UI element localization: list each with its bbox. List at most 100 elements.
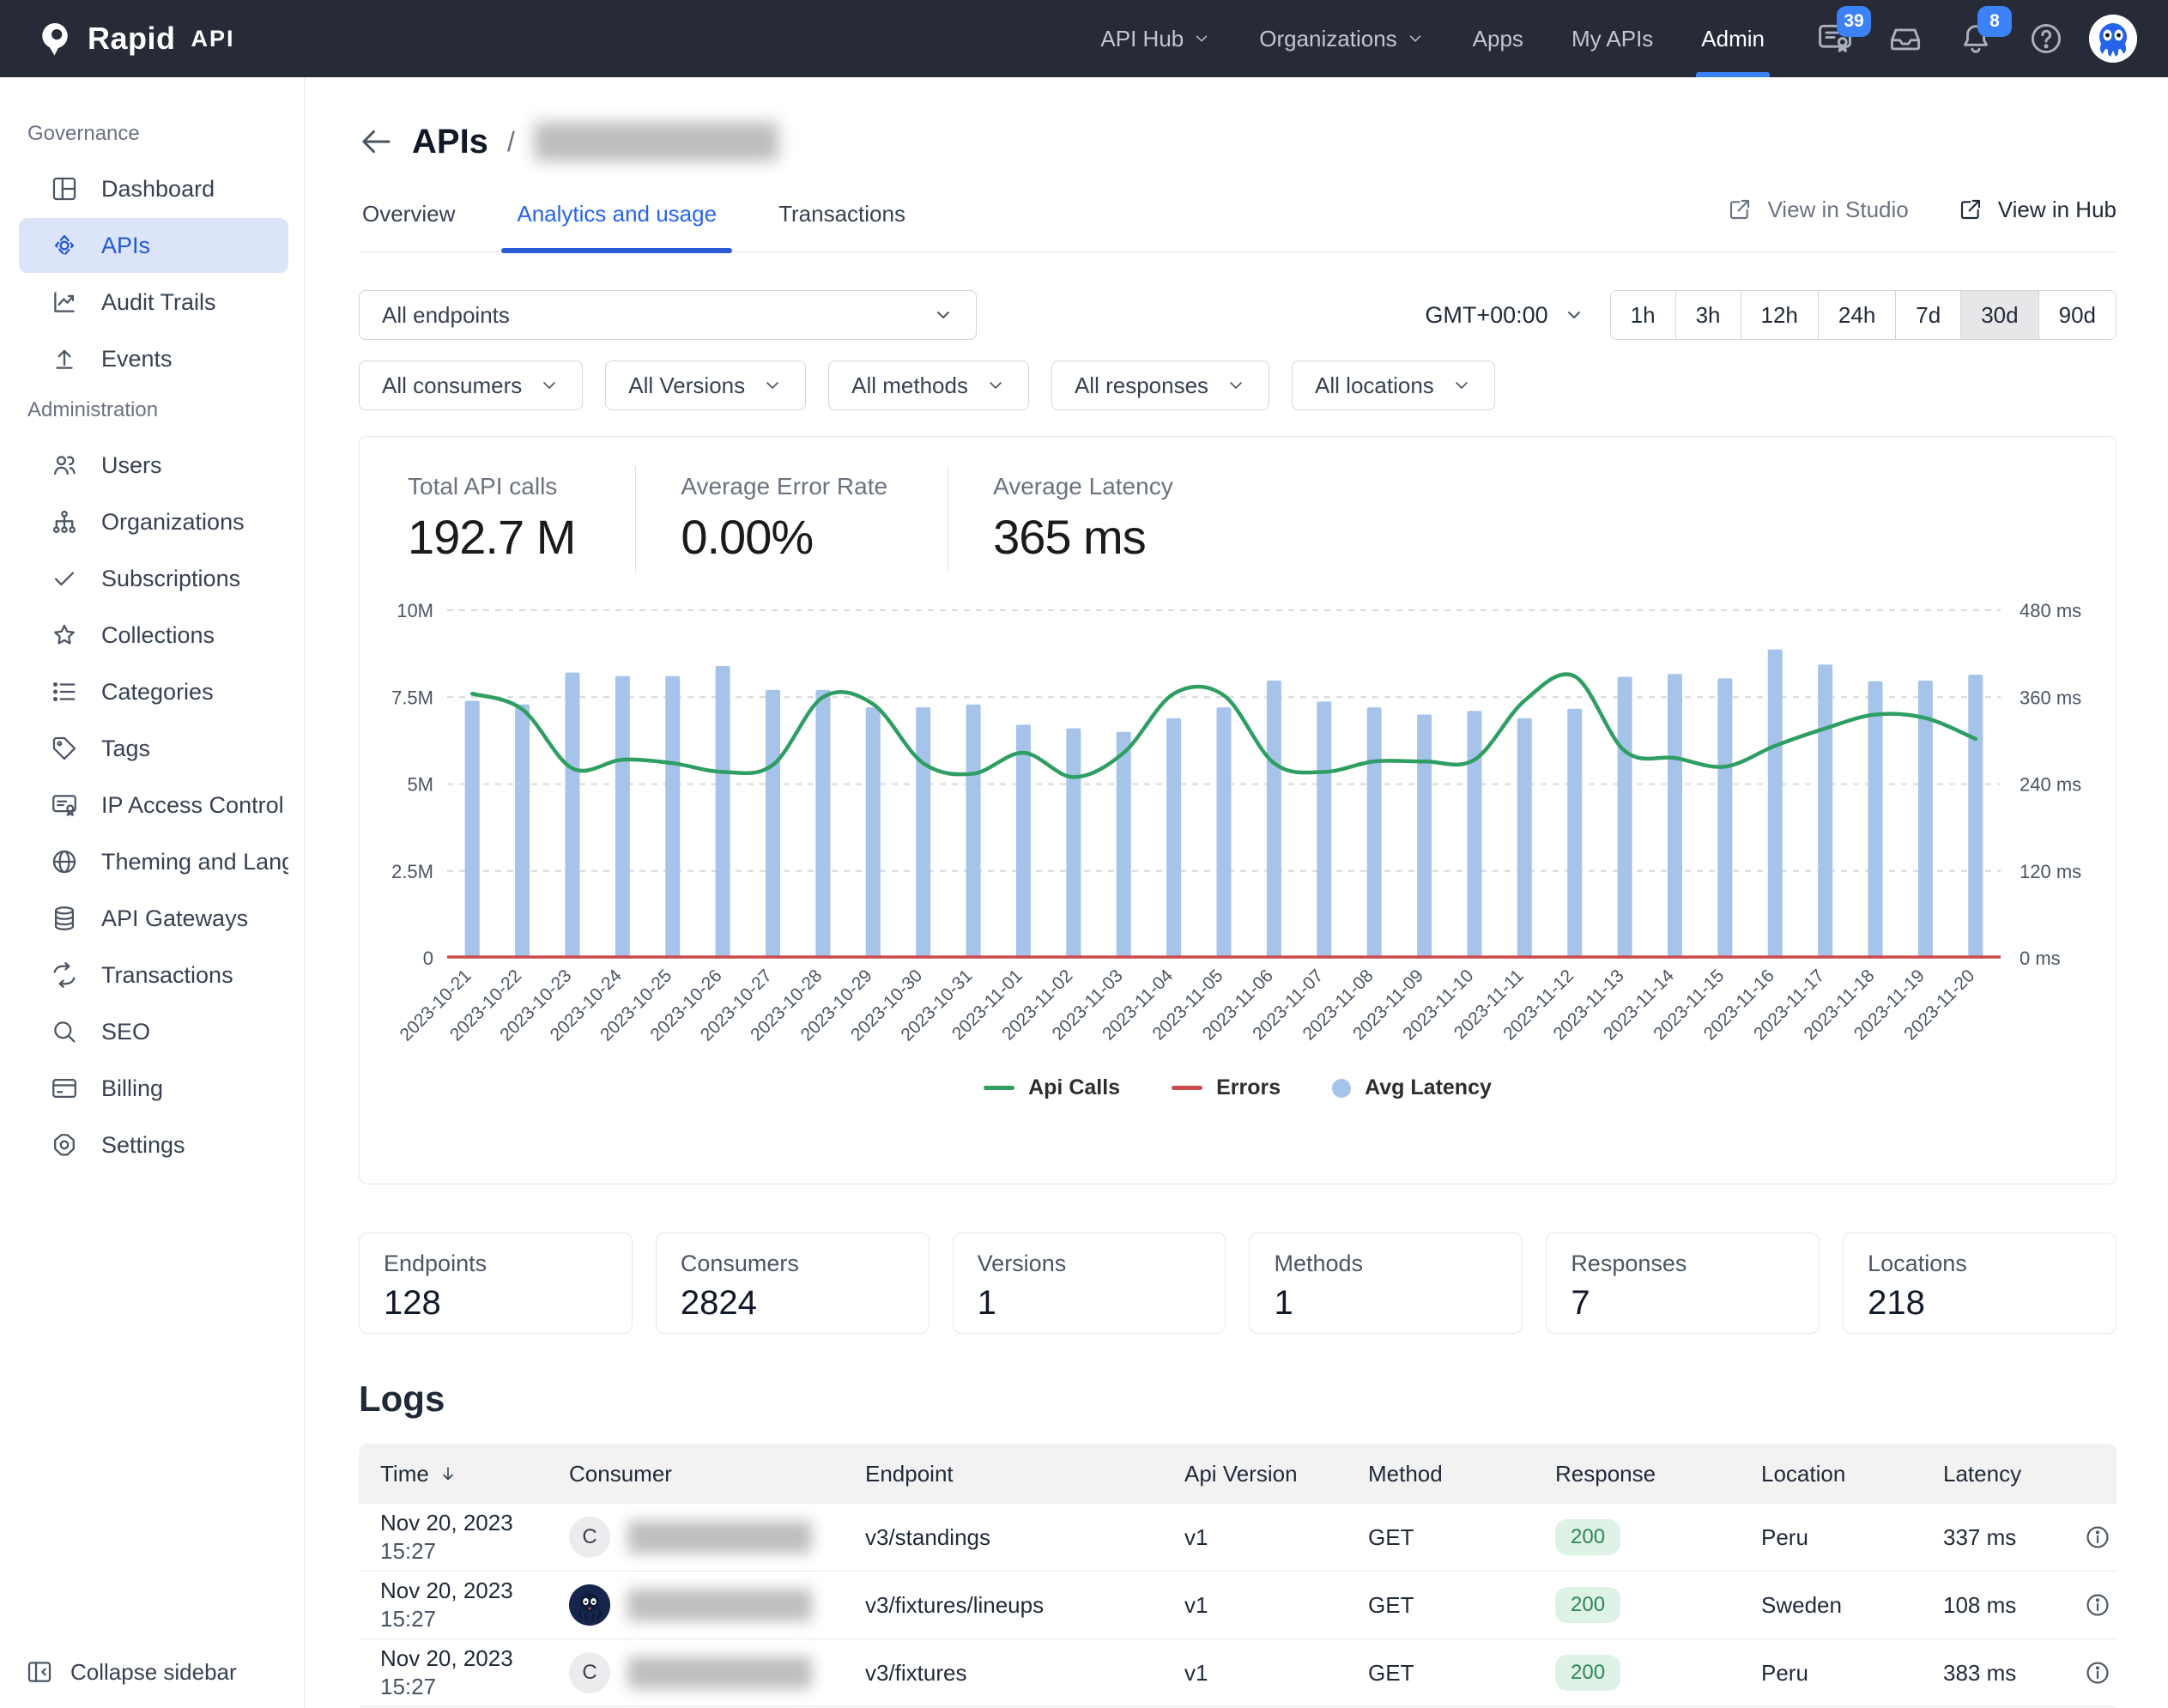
cell-location: Sweden [1761, 1591, 1842, 1618]
latency-bar [1968, 675, 1983, 958]
sidebar-item-dashboard[interactable]: Dashboard [19, 161, 288, 216]
range-button-1h[interactable]: 1h [1610, 291, 1675, 339]
chevron-down-icon [937, 312, 949, 318]
filter-select-all-versions[interactable]: All Versions [605, 360, 807, 410]
filter-select-all-consumers[interactable]: All consumers [359, 360, 584, 410]
range-button-12h[interactable]: 12h [1740, 291, 1818, 339]
right-axis-tick: 360 ms [2020, 687, 2081, 708]
nav-item-organizations[interactable]: Organizations [1259, 0, 1424, 77]
right-axis-tick: 0 ms [2020, 948, 2061, 969]
latency-bar [916, 707, 931, 958]
sidebar-item-tags[interactable]: Tags [19, 721, 288, 776]
timezone-select[interactable]: GMT+00:00 [1425, 302, 1584, 329]
column-header-location: Location [1761, 1461, 1943, 1487]
log-info-button[interactable] [2084, 1591, 2111, 1619]
cell-consumer: C [569, 1652, 865, 1693]
sidebar-item-apis[interactable]: APIs [19, 218, 288, 273]
nav-item-admin[interactable]: Admin [1696, 0, 1770, 77]
sidebar-item-subscriptions[interactable]: Subscriptions [19, 551, 288, 606]
sidebar-item-users[interactable]: Users [19, 438, 288, 493]
nav-item-label: Apps [1472, 25, 1523, 51]
time-controls: GMT+00:00 1h 3h 12h 24h 7d 30d 90d [1425, 290, 2117, 340]
sidebar-item-collections[interactable]: Collections [19, 608, 288, 663]
column-header-label: Consumer [569, 1460, 672, 1487]
sidebar-item-ip-access-control[interactable]: IP Access Control [19, 778, 288, 833]
filter-select-value: All methods [851, 372, 968, 398]
cell-api-version: v1 [1184, 1591, 1208, 1618]
sidebar-item-label: SEO [101, 1018, 151, 1045]
user-avatar[interactable] [2089, 15, 2137, 63]
collapse-sidebar-button[interactable]: Collapse sidebar [26, 1658, 237, 1686]
filter-select-all-methods[interactable]: All methods [828, 360, 1029, 410]
sidebar-item-organizations[interactable]: Organizations [19, 494, 288, 549]
column-header-time[interactable]: Time [380, 1461, 569, 1487]
range-button-3h[interactable]: 3h [1674, 291, 1741, 339]
cell-latency: 108 ms [1943, 1591, 2017, 1618]
breadcrumb-apis-link[interactable]: APIs [412, 123, 488, 161]
help-button[interactable] [2027, 20, 2065, 58]
filters-row-primary: All endpoints GMT+00:00 1h 3h 12h 24h 7d 30d 9… [359, 290, 2117, 340]
sidebar-item-events[interactable]: Events [19, 331, 288, 386]
filter-select-all-responses[interactable]: All responses [1051, 360, 1270, 410]
left-axis-tick: 10M [397, 600, 433, 621]
sidebar-item-theming-and-langu-[interactable]: Theming and Langu... [19, 834, 288, 889]
tab-analytics-and-usage[interactable]: Analytics and usage [501, 201, 732, 253]
left-axis-tick: 5M [407, 774, 433, 796]
column-header-consumer: Consumer [569, 1461, 865, 1487]
sidebar-item-transactions[interactable]: Transactions [19, 948, 288, 1002]
nav-item-label: Admin [1701, 25, 1765, 51]
sidebar-item-categories[interactable]: Categories [19, 664, 288, 719]
analytics-chart[interactable]: 0 0 ms 2.5M 120 ms 5M 240 ms 7.5M 360 ms 10M 480 … [360, 572, 2116, 1069]
sidebar-item-settings[interactable]: Settings [19, 1117, 288, 1172]
endpoints-filter-select[interactable]: All endpoints [359, 290, 977, 340]
nav-item-my-apis[interactable]: My APIs [1571, 0, 1653, 77]
column-header-label: Latency [1943, 1460, 2022, 1487]
redacted-consumer-name [627, 1657, 812, 1689]
log-info-button[interactable] [2084, 1659, 2111, 1687]
latency-bar [715, 665, 730, 958]
range-button-30d[interactable]: 30d [1960, 291, 2038, 339]
tab-overview[interactable]: Overview [359, 201, 458, 251]
external-link-icon [1730, 199, 1750, 220]
redacted-consumer-name [627, 1589, 812, 1621]
action-view-in-studio[interactable]: View in Studio [1726, 196, 1909, 223]
subscriptions-icon [50, 564, 79, 593]
inbox-button[interactable] [1886, 20, 1924, 58]
rapidapi-admin-page: Rapid API API Hub Organizations Apps My API… [0, 0, 2168, 1708]
range-button-7d[interactable]: 7d [1895, 291, 1961, 339]
rapidapi-logo[interactable]: Rapid API [34, 18, 235, 59]
nav-item-api-hub[interactable]: API Hub [1100, 0, 1211, 77]
sidebar-item-billing[interactable]: Billing [19, 1061, 288, 1116]
sidebar-item-label: Dashboard [101, 175, 215, 202]
nav-item-label: API Hub [1100, 25, 1184, 51]
back-arrow-icon[interactable] [359, 124, 393, 159]
tab-bar: Overview Analytics and usage Transactions … [359, 197, 2117, 253]
logs-table: Time Consumer Endpoint Api Version Method Res… [359, 1444, 2117, 1708]
range-button-24h[interactable]: 24h [1817, 291, 1896, 339]
response-status-badge: 200 [1555, 1587, 1621, 1623]
filter-select-all-locations[interactable]: All locations [1292, 360, 1495, 410]
sidebar-item-label: Audit Trails [101, 288, 216, 315]
log-row: Nov 20, 2023 15:27 Cv3/fixtures v1 GET 200 Per… [359, 1639, 2117, 1707]
column-header-label: Location [1761, 1460, 1846, 1487]
bell-button[interactable]: 8 [1957, 6, 2012, 58]
response-status-badge: 200 [1555, 1655, 1621, 1691]
certificate-button[interactable]: 39 [1816, 6, 1871, 58]
sidebar-section-label: Administration [27, 398, 159, 421]
log-row: Nov 20, 2023 15:27 v3/fixtures/lineups v1 GE… [359, 1572, 2117, 1639]
range-button-90d[interactable]: 90d [2038, 291, 2116, 339]
chevron-down-icon [766, 382, 778, 389]
sidebar-item-api-gateways[interactable]: API Gateways [19, 891, 288, 946]
column-header-label: Time [380, 1460, 429, 1487]
latency-bar [1417, 714, 1432, 958]
legend-line-swatch [1172, 1086, 1203, 1090]
sidebar-item-audit-trails[interactable]: Audit Trails [19, 275, 288, 330]
action-view-in-hub[interactable]: View in Hub [1957, 196, 2117, 223]
column-header-response: Response [1555, 1461, 1761, 1487]
tab-transactions[interactable]: Transactions [775, 201, 909, 251]
nav-item-apps[interactable]: Apps [1473, 0, 1523, 77]
log-info-button[interactable] [2084, 1523, 2111, 1551]
latency-bar [1818, 664, 1833, 958]
sidebar-item-seo[interactable]: SEO [19, 1004, 288, 1059]
sidebar-item-label: APIs [101, 232, 151, 258]
